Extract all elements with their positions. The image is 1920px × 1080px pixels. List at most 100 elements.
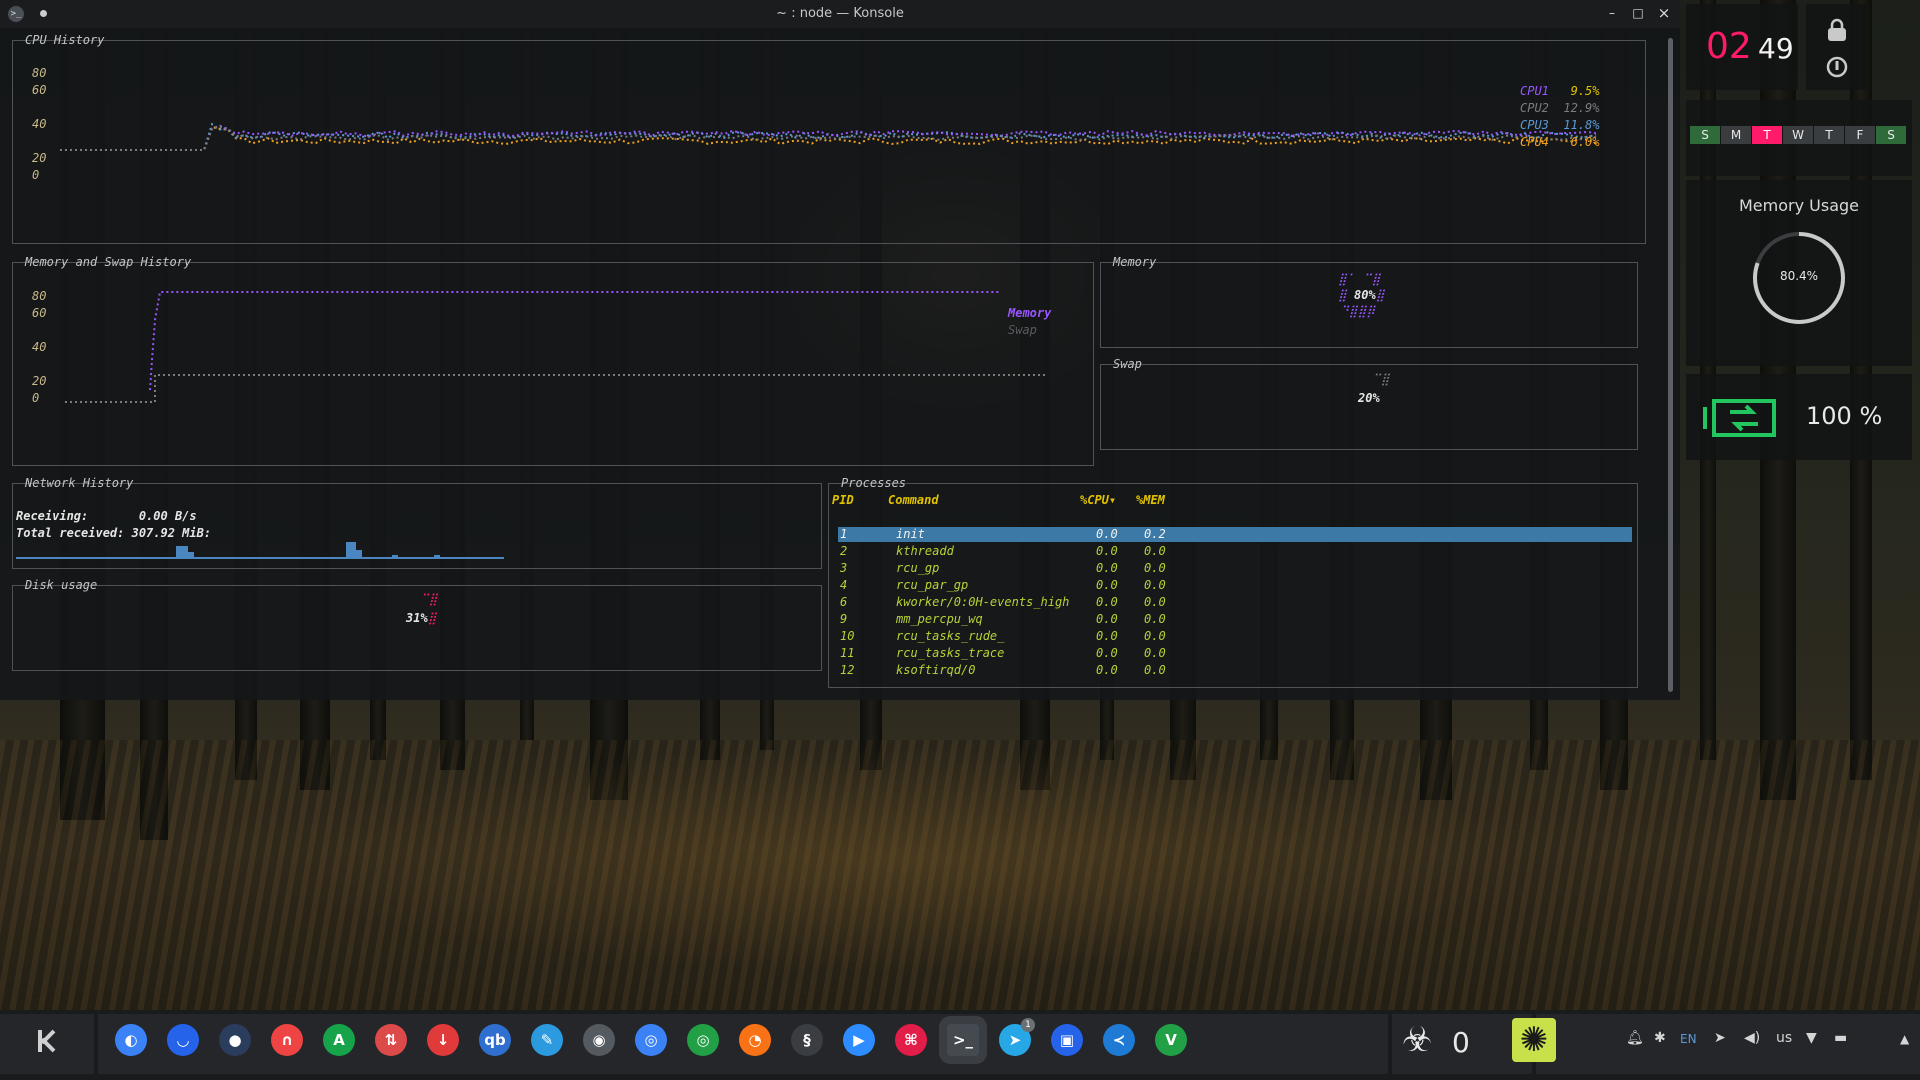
process-row[interactable]: 2 kthreadd 0.0 0.0 [838, 544, 1632, 559]
swap-legend: Swap [1008, 323, 1037, 337]
process-row[interactable]: 1 init 0.0 0.2 [838, 527, 1632, 542]
wifi-icon[interactable]: ▼ [1806, 1030, 1817, 1046]
receiving-value: 0.00 B/s [138, 509, 197, 523]
mem-ytick: 80 [32, 289, 47, 303]
pen-app-icon[interactable]: ✎ [531, 1024, 563, 1056]
cpu-history-title: CPU History [25, 33, 105, 47]
memory-braille-gauge: ⣿⠁ ⠉⣿ [1338, 272, 1381, 286]
zoom-app-icon[interactable]: ▶ [843, 1024, 875, 1056]
memory-legend: Memory [1008, 306, 1052, 320]
mem-ytick: 0 [32, 391, 40, 405]
mem-ytick: 20 [32, 374, 47, 388]
process-cpu: 0.0 [1096, 646, 1118, 660]
process-pid: 6 [840, 595, 848, 609]
terminal-scrollbar[interactable] [1668, 38, 1673, 692]
process-row[interactable]: 11 rcu_tasks_trace 0.0 0.0 [838, 646, 1632, 661]
cpu1-legend: CPU1 9.5% [1520, 84, 1600, 98]
fan-widget[interactable]: ✺ [1512, 1018, 1556, 1062]
process-command: kthreadd [896, 544, 954, 558]
cpu-header[interactable]: %CPU▾ [1080, 493, 1116, 507]
firefox-glyph: ◔ [748, 1031, 762, 1049]
close-button[interactable]: × [1656, 5, 1672, 21]
kde-launcher-icon[interactable] [32, 1026, 62, 1056]
pdf-app-icon[interactable]: ⌘ [895, 1024, 927, 1056]
language-indicator[interactable]: EN [1680, 1032, 1697, 1046]
cpu2-value: 12.9% [1563, 101, 1600, 115]
vscode-app-icon[interactable]: ≺ [1103, 1024, 1135, 1056]
receiving-line: Receiving: 0.00 B/s [16, 509, 197, 523]
process-command: rcu_tasks_rude_ [896, 629, 1005, 643]
mem-header[interactable]: %MEM [1136, 493, 1165, 507]
process-mem: 0.0 [1144, 578, 1166, 592]
biohazard-widget[interactable]: ☣ 0 [1402, 1020, 1470, 1060]
network-history-title: Network History [25, 476, 134, 490]
qbittorrent-app-icon[interactable]: qb [479, 1024, 511, 1056]
process-command: ksoftirqd/0 [896, 663, 976, 677]
process-mem: 0.0 [1144, 663, 1166, 677]
lock-icon[interactable] [1826, 18, 1848, 42]
command-header[interactable]: Command [888, 493, 939, 507]
orb-app-icon[interactable]: ● [219, 1024, 251, 1056]
window-title: ~ : node — Konsole [776, 6, 904, 21]
konsole-app-icon[interactable]: >_ [947, 1024, 979, 1056]
chat-glyph: ◡ [177, 1031, 189, 1049]
notification-bell-icon[interactable]: 🔔︎ [1626, 1030, 1644, 1046]
display-icon[interactable]: ▬ [1834, 1030, 1847, 1046]
process-row[interactable]: 10 rcu_tasks_rude_ 0.0 0.0 [838, 629, 1632, 644]
clock-widget: 02 49 [1686, 4, 1798, 90]
cpu-ytick: 60 [32, 83, 47, 97]
pen-glyph: ✎ [540, 1031, 554, 1049]
process-cpu: 0.0 [1096, 595, 1118, 609]
chrome-app-icon[interactable]: ◎ [687, 1024, 719, 1056]
process-command: rcu_gp [896, 561, 940, 575]
process-row[interactable]: 4 rcu_par_gp 0.0 0.0 [838, 578, 1632, 593]
memory-usage-widget: Memory Usage 80.4% [1686, 180, 1912, 366]
process-mem: 0.2 [1144, 527, 1166, 541]
window-titlebar[interactable]: >_ ~ : node — Konsole – □ × [0, 0, 1680, 28]
finder-glyph: ◐ [124, 1031, 138, 1049]
finder-app-icon[interactable]: ◐ [115, 1024, 147, 1056]
process-command: kworker/0:0H-events_high [896, 595, 1070, 609]
firefox-app-icon[interactable]: ◔ [739, 1024, 771, 1056]
a-glyph: A [333, 1031, 345, 1049]
zoom-glyph: ▶ [853, 1031, 865, 1049]
keyboard-layout[interactable]: us [1776, 1030, 1792, 1046]
telegram-badge: 1 [1021, 1018, 1035, 1032]
disk-usage-panel: Disk usage [12, 578, 822, 671]
biohazard-count: 0 [1452, 1026, 1470, 1059]
total-received-label: Total received: [16, 526, 125, 540]
total-received-value: 307.92 MiB: [131, 526, 212, 540]
maximize-button[interactable]: □ [1630, 5, 1646, 21]
cpu3-value: 11.8% [1563, 118, 1600, 132]
power-icon[interactable] [1826, 56, 1848, 78]
vim-app-icon[interactable]: V [1155, 1024, 1187, 1056]
volume-icon[interactable]: ◀) [1744, 1030, 1760, 1046]
process-pid: 9 [840, 612, 848, 626]
github-app-icon[interactable]: ◉ [583, 1024, 615, 1056]
chat-app-icon[interactable]: ◡ [167, 1024, 199, 1056]
bluetooth-icon[interactable]: ✱ [1654, 1030, 1666, 1046]
process-row[interactable]: 6 kworker/0:0H-events_high 0.0 0.0 [838, 595, 1632, 610]
process-row[interactable]: 3 rcu_gp 0.0 0.0 [838, 561, 1632, 576]
pid-header[interactable]: PID [832, 493, 854, 507]
process-pid: 11 [840, 646, 855, 660]
cpu2-label: CPU2 [1520, 101, 1549, 115]
memory-braille-bottom: ⠙⣿⣿⡿ [1340, 304, 1376, 318]
chromium-glyph: ◎ [644, 1031, 658, 1049]
konsole-window: >_ ~ : node — Konsole – □ × CPU History … [0, 0, 1680, 700]
process-pid: 1 [840, 527, 848, 541]
process-row[interactable]: 12 ksoftirqd/0 0.0 0.0 [838, 663, 1632, 678]
telegram-app-icon[interactable]: ➤ 1 [999, 1018, 1035, 1056]
steam-app-icon[interactable]: § [791, 1024, 823, 1056]
tools-app-icon[interactable]: ⇅ [375, 1024, 407, 1056]
tray-expand-icon[interactable]: ▲ [1900, 1032, 1909, 1046]
headphones-app-icon[interactable]: ∩ [271, 1024, 303, 1056]
telegram-tray-icon[interactable]: ➤ [1714, 1030, 1726, 1046]
chromium-app-icon[interactable]: ◎ [635, 1024, 667, 1056]
minimize-button[interactable]: – [1604, 5, 1620, 21]
process-row[interactable]: 9 mm_percpu_wq 0.0 0.0 [838, 612, 1632, 627]
a-app-icon[interactable]: A [323, 1024, 355, 1056]
weekday-cell: W [1783, 126, 1813, 144]
download-app-icon[interactable]: ↓ [427, 1024, 459, 1056]
virtualbox-app-icon[interactable]: ▣ [1051, 1024, 1083, 1056]
